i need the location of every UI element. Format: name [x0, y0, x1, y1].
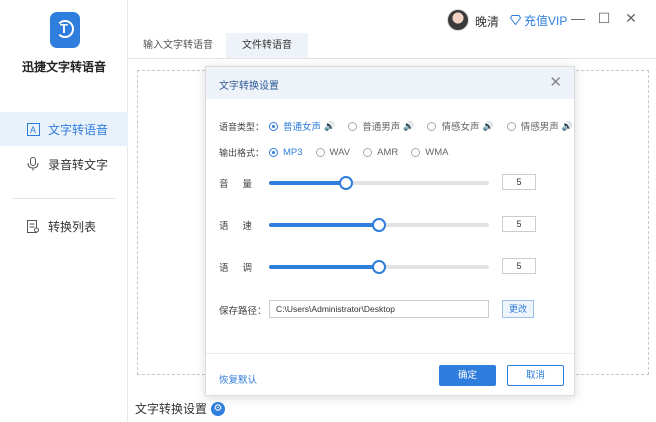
tab-underline: [128, 58, 656, 59]
sidebar-item-label: 录音转文字: [48, 157, 109, 172]
slider-fill: [269, 181, 346, 185]
radio-icon: [348, 121, 358, 131]
speaker-icon[interactable]: 🔊: [482, 121, 493, 132]
radio-icon: [427, 121, 437, 131]
voice-type-label: 语音类型：: [219, 121, 265, 132]
radio-icon: [411, 148, 421, 157]
voice-option-1[interactable]: 普通男声 🔊: [348, 119, 414, 133]
text-icon: A: [26, 122, 40, 136]
output-format-row: 输出格式： MP3 WAV AMR WMA: [219, 146, 461, 159]
save-path-label: 保存路径：: [219, 306, 267, 317]
ok-button[interactable]: 确定: [439, 365, 496, 386]
microphone-icon: [26, 157, 40, 171]
radio-icon: [506, 121, 516, 131]
dialog-title: 文字转换设置: [219, 81, 279, 92]
format-option-0[interactable]: MP3: [269, 147, 303, 158]
minimize-icon: —: [571, 10, 585, 26]
maximize-button[interactable]: ☐: [596, 10, 612, 26]
pitch-value[interactable]: 5: [502, 258, 536, 274]
maximize-icon: ☐: [597, 9, 611, 26]
voice-option-label: 普通男声: [362, 122, 401, 133]
conversion-settings-label: 文字转换设置: [135, 402, 208, 416]
sidebar-item-label: 文字转语音: [48, 122, 109, 137]
dialog-close-icon[interactable]: ✕: [549, 73, 562, 91]
sidebar: T 迅捷文字转语音 A 文字转语音 录音转文字 转换列表: [0, 0, 128, 422]
volume-value[interactable]: 5: [502, 174, 536, 190]
tab-input-text-to-speech[interactable]: 输入文字转语音: [137, 33, 219, 58]
restore-defaults-link[interactable]: 恢复默认: [219, 372, 257, 386]
cancel-button[interactable]: 取消: [507, 365, 564, 386]
format-option-1[interactable]: WAV: [315, 147, 351, 158]
slider-fill: [269, 223, 379, 227]
slider-handle[interactable]: [372, 218, 386, 232]
volume-slider[interactable]: [269, 176, 489, 190]
dialog-footer-divider: [206, 353, 574, 354]
sidebar-divider: [12, 198, 116, 199]
settings-dialog: 文字转换设置 ✕ 语音类型： 普通女声 🔊 普通男声 🔊 情感女声 🔊 情感男声…: [205, 66, 575, 396]
pitch-slider[interactable]: [269, 260, 489, 274]
slider-handle[interactable]: [339, 176, 353, 190]
voice-option-2[interactable]: 情感女声 🔊: [427, 119, 494, 133]
change-path-button[interactable]: 更改: [502, 300, 534, 318]
format-option-3[interactable]: WMA: [411, 147, 448, 158]
app-title: 迅捷文字转语音: [21, 60, 106, 74]
close-button[interactable]: ✕: [623, 10, 639, 26]
output-format-label: 输出格式：: [219, 148, 265, 158]
speed-label: 语速: [219, 221, 267, 232]
speed-value[interactable]: 5: [502, 216, 536, 232]
save-path-input[interactable]: C:\Users\Administrator\Desktop: [269, 300, 489, 318]
minimize-button[interactable]: —: [570, 10, 586, 26]
voice-option-label: 情感男声: [520, 122, 559, 133]
vip-button[interactable]: 充值VIP: [509, 12, 568, 29]
speaker-icon[interactable]: 🔊: [324, 121, 335, 132]
speed-slider[interactable]: [269, 218, 489, 232]
voice-option-3[interactable]: 情感男声 🔊: [506, 119, 573, 133]
speaker-icon[interactable]: 🔊: [562, 121, 573, 132]
format-option-label: AMR: [377, 147, 399, 158]
speaker-icon[interactable]: 🔊: [403, 121, 414, 132]
gear-icon[interactable]: ⚙: [211, 401, 226, 416]
radio-icon: [269, 148, 278, 157]
format-option-label: WAV: [329, 147, 351, 158]
volume-label: 音量: [219, 179, 267, 190]
vip-label: 充值VIP: [524, 14, 568, 28]
slider-fill: [269, 265, 379, 269]
format-option-2[interactable]: AMR: [363, 147, 398, 158]
svg-text:A: A: [30, 125, 36, 135]
sidebar-item-convert-list[interactable]: 转换列表: [0, 209, 128, 243]
voice-option-label: 普通女声: [283, 122, 322, 133]
radio-icon: [269, 121, 278, 131]
close-icon: ✕: [625, 9, 637, 26]
logo-letter: T: [60, 21, 68, 36]
format-option-label: WMA: [425, 147, 449, 158]
radio-icon: [315, 148, 325, 157]
voice-type-row: 语音类型： 普通女声 🔊 普通男声 🔊 情感女声 🔊 情感男声 🔊: [219, 119, 573, 134]
app-logo: T: [50, 12, 80, 48]
sidebar-item-label: 转换列表: [48, 219, 97, 234]
diamond-icon: [509, 14, 522, 28]
sidebar-item-recording-to-text[interactable]: 录音转文字: [0, 147, 128, 181]
voice-option-label: 情感女声: [441, 122, 480, 133]
voice-option-0[interactable]: 普通女声 🔊: [269, 119, 335, 133]
conversion-settings-link[interactable]: 文字转换设置 ⚙: [135, 400, 226, 417]
dialog-header: 文字转换设置 ✕: [206, 67, 574, 99]
format-option-label: MP3: [283, 147, 303, 158]
radio-icon: [363, 148, 373, 157]
tab-file-to-speech[interactable]: 文件转语音: [226, 33, 308, 58]
sidebar-item-text-to-speech[interactable]: A 文字转语音: [0, 112, 128, 146]
username[interactable]: 晚清: [475, 13, 499, 30]
pitch-label: 语调: [219, 263, 267, 274]
slider-handle[interactable]: [372, 260, 386, 274]
list-icon: [26, 219, 40, 233]
avatar[interactable]: [447, 9, 469, 31]
